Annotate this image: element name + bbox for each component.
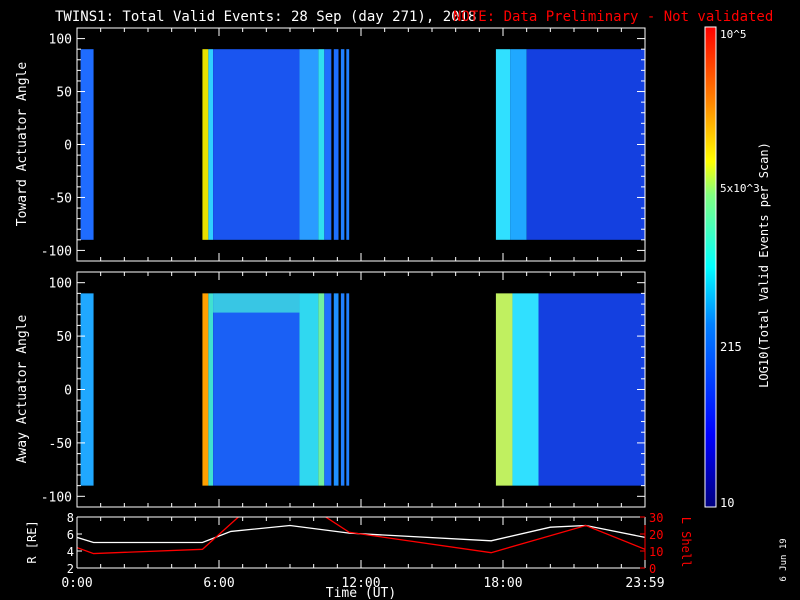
y-tick-label: -100 (41, 490, 72, 505)
preliminary-note: NOTE: Data Preliminary - Not validated (453, 9, 773, 25)
spectrogram-column (338, 293, 341, 486)
spectrogram-column (208, 293, 214, 486)
spectrogram-column (299, 293, 319, 486)
spectrogram-column (526, 49, 645, 240)
colorbar-tick-215: 215 (720, 340, 742, 354)
spectrogram-column (202, 49, 209, 240)
x-tick-label: 18:00 (483, 576, 522, 591)
lshell-tick-label: 20 (649, 528, 663, 542)
y-tick-label: -50 (49, 437, 72, 452)
spectrogram-column (346, 293, 350, 486)
colorbar-tick-min: 10 (720, 496, 734, 510)
colorbar (704, 26, 717, 508)
x-tick-label: 23:59 (625, 576, 664, 591)
spectrogram-column (208, 49, 214, 240)
x-tick-label: 0:00 (61, 576, 92, 591)
toward-ylabel: Toward Actuator Angle (15, 62, 30, 227)
away-ylabel: Away Actuator Angle (15, 314, 30, 463)
y-tick-label: -100 (41, 244, 72, 259)
orbit-panel: 0:00 6:00 12:00 18:00 23:5924680102030 (61, 511, 664, 591)
spectrogram-band (213, 293, 300, 313)
x-tick-label: 6:00 (203, 576, 234, 591)
spectrogram-column (324, 293, 332, 486)
y-tick-label: 0 (64, 384, 72, 399)
spectrogram-column (318, 49, 325, 240)
lshell-tick-label: 10 (649, 545, 663, 559)
y-tick-label: 100 (49, 33, 72, 48)
spectrogram-column (213, 49, 300, 240)
spectrogram-column (538, 293, 645, 486)
y-tick-label: 50 (56, 86, 72, 101)
x-axis-label: Time (UT) (326, 586, 396, 600)
lshell-tick-label: 0 (649, 562, 656, 576)
colorbar-label: LOG10(Total Valid Events per Scan) (757, 142, 771, 388)
colorbar-tick-max: 10^5 (720, 28, 747, 41)
spectrogram-column (346, 49, 350, 240)
spectrogram-column (340, 49, 345, 240)
spectrogram-column (510, 49, 527, 240)
spectrogram-column (318, 293, 325, 486)
y-tick-label: 50 (56, 330, 72, 345)
twins-plot: TWINS1: Total Valid Events: 28 Sep (day … (15, 9, 789, 600)
r-tick-label: 4 (67, 545, 74, 559)
date-stamp: 6 Jun 19 (779, 538, 789, 581)
lshell-series-line (77, 517, 240, 555)
away-panel: 100 50 0 -50 -100 (41, 271, 646, 508)
y-tick-label: -50 (49, 191, 72, 206)
y-tick-label: 0 (64, 139, 72, 154)
toward-panel: 100 50 0 -50 -100 (41, 27, 646, 262)
spectrogram-column (333, 293, 339, 486)
r-tick-label: 2 (67, 562, 74, 576)
r-tick-label: 6 (67, 528, 74, 542)
spectrogram-column (331, 293, 334, 486)
spectrogram-column (213, 293, 300, 486)
spectrogram-column (344, 49, 347, 240)
lshell-tick-label: 30 (649, 511, 663, 525)
spectrogram-column (512, 293, 539, 486)
spectrogram-column (338, 49, 341, 240)
lshell-axis-label: L Shell (679, 517, 693, 568)
r-axis-label: R [RE] (25, 520, 39, 563)
spectrogram-column (299, 49, 319, 240)
y-tick-label: 100 (49, 277, 72, 292)
spectrogram-column (202, 293, 209, 486)
spectrogram-column (340, 293, 345, 486)
spectrogram-column (495, 293, 513, 486)
spectrogram-column (333, 49, 339, 240)
spectrogram-column (331, 49, 334, 240)
spectrogram-column (344, 293, 347, 486)
colorbar-tick-5e3: 5x10^3 (720, 182, 760, 195)
spectrogram-column (495, 49, 511, 240)
r-tick-label: 8 (67, 511, 74, 525)
spectrogram-column (324, 49, 332, 240)
chart-title: TWINS1: Total Valid Events: 28 Sep (day … (55, 9, 476, 25)
